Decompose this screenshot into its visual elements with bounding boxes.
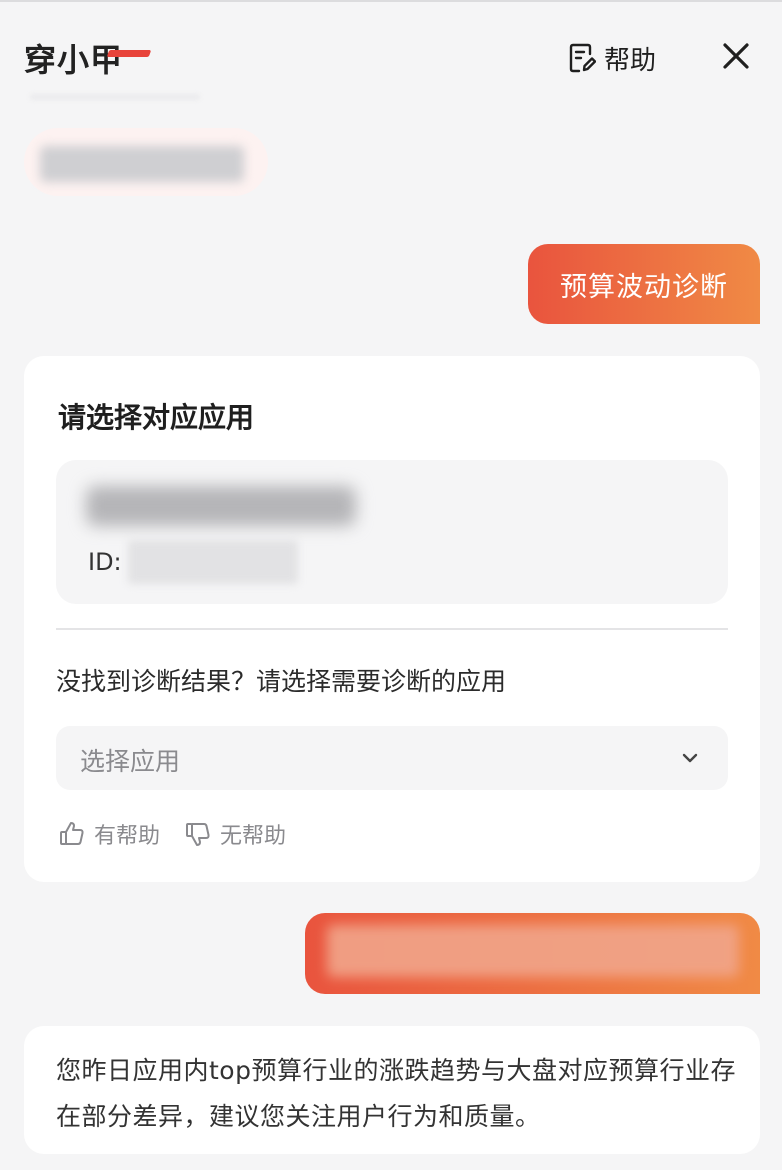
redacted-message-bubble — [24, 128, 268, 196]
user-message-text: 预算波动诊断 — [560, 271, 728, 303]
thumbs-down-icon — [186, 823, 210, 846]
app-id-label: ID: — [88, 548, 122, 576]
redacted-app-name — [86, 486, 356, 526]
unhelpful-button[interactable]: 无帮助 — [184, 818, 286, 850]
feedback-row: 有帮助 无帮助 — [58, 818, 310, 850]
document-edit-icon — [569, 43, 596, 73]
chevron-down-icon — [682, 753, 698, 763]
user-message-bubble: 预算波动诊断 — [528, 244, 760, 324]
logo-text: 穿小甲 — [24, 41, 124, 79]
app-id-row: ID: — [88, 540, 298, 584]
unhelpful-label: 无帮助 — [220, 824, 287, 849]
logo: 穿小甲 — [24, 36, 152, 80]
redacted-text — [40, 146, 244, 182]
app-select-dropdown[interactable]: 选择应用 — [56, 726, 728, 790]
select-placeholder: 选择应用 — [80, 747, 181, 776]
helpful-label: 有帮助 — [94, 824, 161, 849]
chat-panel: 穿小甲 帮助 预算波动诊断 请选择对应应用 ID: 没找到诊断结果？请选择需要诊… — [0, 0, 782, 1170]
answer-card: 您昨日应用内top预算行业的涨跌趋势与大盘对应预算行业存在部分差异，建议您关注用… — [24, 1026, 760, 1154]
answer-text: 您昨日应用内top预算行业的涨跌趋势与大盘对应预算行业存在部分差异，建议您关注用… — [56, 1056, 736, 1131]
app-option[interactable]: ID: — [56, 460, 728, 604]
redacted-app-id — [127, 540, 298, 584]
not-found-prompt: 没找到诊断结果？请选择需要诊断的应用 — [56, 667, 507, 696]
help-button[interactable]: 帮助 — [568, 40, 656, 76]
app-select-card: 请选择对应应用 ID: 没找到诊断结果？请选择需要诊断的应用 选择应用 有帮助 — [24, 356, 760, 882]
header: 穿小甲 帮助 — [0, 2, 782, 100]
divider — [56, 628, 728, 630]
thumbs-up-icon — [60, 822, 84, 845]
logo-underline — [30, 94, 200, 100]
help-label: 帮助 — [604, 45, 657, 76]
helpful-button[interactable]: 有帮助 — [58, 818, 160, 850]
close-icon[interactable] — [718, 38, 754, 74]
redacted-text — [327, 925, 739, 977]
card-title: 请选择对应应用 — [58, 401, 255, 434]
logo-mark — [106, 50, 152, 57]
redacted-user-message-bubble — [305, 913, 760, 994]
